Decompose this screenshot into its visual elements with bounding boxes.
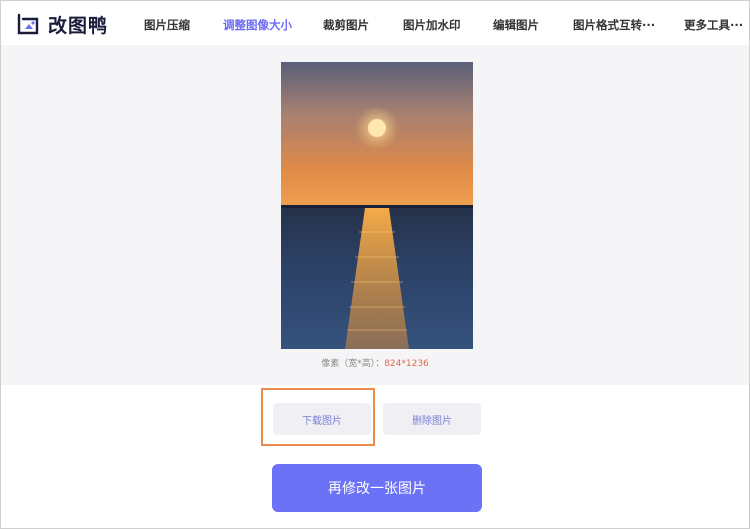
delete-image-button[interactable]: 删除图片 (383, 403, 481, 435)
modify-another-image-button[interactable]: 再修改一张图片 (272, 464, 482, 512)
nav-item-edit-image[interactable]: 编辑图片 (493, 17, 539, 33)
download-highlight-box (261, 388, 375, 446)
image-preview (281, 62, 473, 349)
nav-item-resize-image[interactable]: 调整图像大小 (223, 17, 292, 33)
pixel-label: 像素（宽*高）： (321, 359, 385, 369)
nav-item-more-tools[interactable]: 更多工具··· (684, 17, 743, 33)
nav-item-add-watermark[interactable]: 图片加水印 (403, 17, 461, 33)
top-header: 改图鸭 图片压缩 调整图像大小 裁剪图片 图片加水印 编辑图片 图片格式互转··… (1, 1, 749, 45)
nav-item-crop-image[interactable]: 裁剪图片 (323, 17, 369, 33)
pixel-dimensions: 像素（宽*高）：824*1236 (0, 356, 750, 369)
nav-item-format-convert[interactable]: 图片格式互转··· (573, 17, 655, 33)
pixel-value: 824*1236 (384, 359, 429, 369)
main-nav: 图片压缩 调整图像大小 裁剪图片 图片加水印 编辑图片 图片格式互转··· 更多… (1, 17, 749, 33)
nav-item-image-compress[interactable]: 图片压缩 (144, 17, 190, 33)
